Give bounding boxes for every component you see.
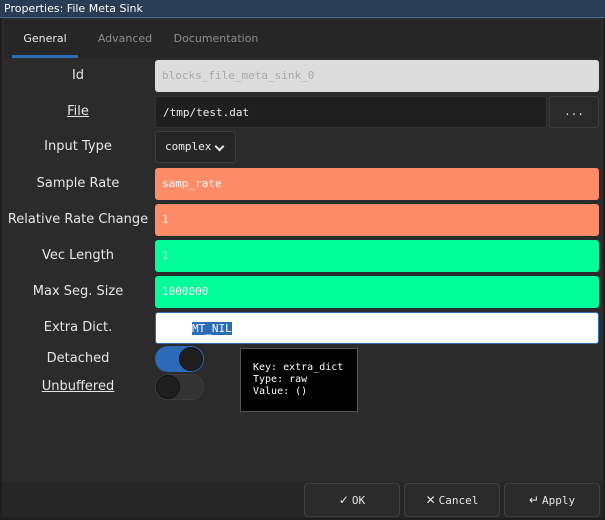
apply-button-label: Apply (541, 494, 576, 507)
tab-documentation[interactable]: Documentation (170, 20, 262, 58)
tab-general[interactable]: General (12, 20, 78, 58)
sample-rate-label: Sample Rate (36, 176, 120, 191)
input-type-dropdown[interactable]: complex (155, 131, 236, 163)
return-icon: ↵ (528, 493, 539, 507)
tooltip-type: Type: raw (253, 374, 308, 385)
extra-dict-label: Extra Dict. (43, 320, 113, 335)
tab-advanced[interactable]: Advanced (90, 20, 160, 58)
close-icon: ✕ (425, 493, 436, 507)
check-icon: ✓ (338, 493, 349, 507)
extra-dict-field[interactable]: MT_NIL (155, 312, 599, 344)
tooltip-key: Key: extra_dict (253, 362, 344, 373)
tab-bar: General Advanced Documentation (4, 20, 601, 58)
id-field[interactable]: blocks_file_meta_sink_0 (155, 60, 599, 92)
ok-button-label: OK (351, 494, 366, 507)
detached-toggle[interactable] (155, 346, 204, 372)
vec-length-field[interactable]: 1 (155, 240, 599, 272)
unbuffered-label[interactable]: Unbuffered (4, 371, 152, 403)
cancel-button[interactable]: ✕ Cancel (404, 483, 500, 517)
max-seg-size-field[interactable]: 1000000 (155, 276, 599, 308)
id-label: Id (71, 68, 85, 83)
extra-dict-selected-text: MT_NIL (192, 322, 232, 335)
toggle-knob (179, 347, 203, 371)
chevron-down-icon (214, 141, 225, 152)
input-type-label: Input Type (44, 139, 112, 154)
relative-rate-field[interactable]: 1 (155, 204, 599, 236)
ok-button[interactable]: ✓ OK (304, 483, 400, 517)
input-type-value: complex (165, 140, 212, 153)
file-label[interactable]: File (4, 96, 152, 128)
relative-rate-label: Relative Rate Change (7, 212, 149, 227)
window-title: Properties: File Meta Sink (0, 0, 605, 18)
unbuffered-toggle[interactable] (155, 374, 204, 400)
browse-button[interactable]: ... (549, 96, 599, 128)
tooltip: Key: extra_dict Type: raw Value: () (240, 348, 358, 412)
max-seg-size-label: Max Seg. Size (32, 284, 124, 299)
apply-button[interactable]: ↵ Apply (504, 483, 600, 517)
toggle-knob (156, 375, 180, 399)
cancel-button-label: Cancel (438, 494, 479, 507)
vec-length-label: Vec Length (41, 248, 114, 263)
sample-rate-field[interactable]: samp_rate (155, 168, 599, 200)
tooltip-value: Value: () (253, 386, 308, 397)
file-field[interactable]: /tmp/test.dat (155, 96, 547, 128)
